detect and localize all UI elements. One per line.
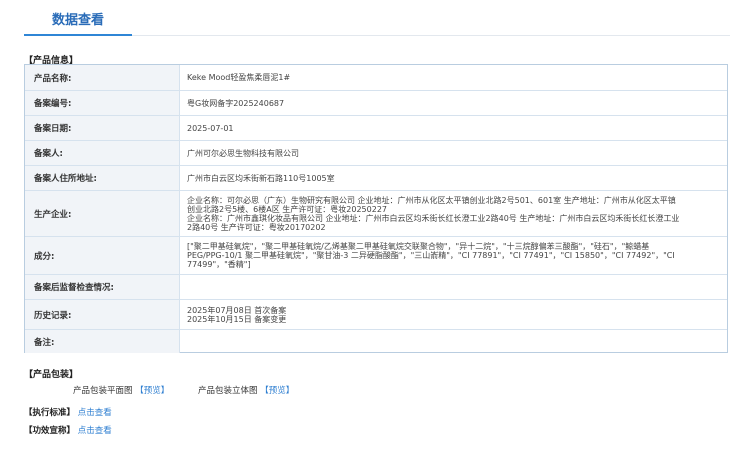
manufacturer-line: 2路40号 生产许可证：粤妆20170202: [187, 222, 326, 232]
row-filing-date: 备案日期: 2025-07-01: [25, 116, 727, 141]
standard-title: 【执行标准】: [24, 408, 76, 418]
history-entry: 2025年10月15日 备案变更: [187, 314, 287, 324]
ingredients-line: PEG/PPG-10/1 聚二甲基硅氧烷"，"聚甘油-3 二异硬脂酸酯"，"三山…: [187, 251, 675, 260]
row-remarks: 备注:: [25, 330, 727, 353]
row-label: 备案编号:: [25, 91, 180, 115]
history-entry: 2025年07月08日 首次备案: [187, 305, 287, 315]
row-label: 备案人:: [25, 141, 180, 165]
row-product-name: 产品名称: Keke Mood轻盈焦柔唇泥1#: [25, 65, 727, 91]
packaging-solid: 产品包装立体图 【预览】: [198, 384, 294, 396]
row-value: 企业名称：可尔必思（广东）生物研究有限公司 企业地址：广州市从化区太平镇创业北路…: [180, 191, 727, 236]
manufacturer-line: 创业北路2号5楼、6楼A区 生产许可证：粤妆20250227: [187, 204, 388, 214]
packaging-flat: 产品包装平面图 【预览】: [73, 384, 169, 396]
tab-data-view-label: 数据查看: [52, 13, 105, 28]
row-history: 历史记录: 2025年07月08日 首次备案 2025年10月15日 备案变更: [25, 300, 727, 330]
row-value: 广州市白云区均禾街新石路110号1005室: [187, 173, 335, 183]
row-value: 2025年07月08日 首次备案 2025年10月15日 备案变更: [180, 300, 727, 329]
efficacy-title: 【功效宣称】: [24, 426, 76, 436]
packaging-title: 【产品包装】: [24, 370, 79, 380]
packaging-flat-preview-link[interactable]: 【预览】: [135, 386, 169, 396]
row-supervision: 备案后监督检查情况:: [25, 275, 727, 300]
row-label: 历史记录:: [25, 300, 180, 329]
row-label: 产品名称:: [25, 65, 180, 90]
manufacturer-line: 企业名称：可尔必思（广东）生物研究有限公司 企业地址：广州市从化区太平镇创业北路…: [187, 195, 676, 205]
row-value: ["聚二甲基硅氧烷"，"聚二甲基硅氧烷/乙烯基聚二甲基硅氧烷交联聚合物"，"异十…: [180, 237, 727, 274]
standard-row: 【执行标准】 点击查看: [24, 406, 112, 418]
row-value: [180, 330, 727, 353]
efficacy-view-link[interactable]: 点击查看: [78, 426, 112, 436]
row-label: 生产企业:: [25, 191, 180, 236]
row-label: 备案日期:: [25, 116, 180, 140]
tab-bar: 数据查看: [0, 0, 750, 36]
tab-data-view[interactable]: 数据查看: [24, 0, 132, 36]
row-value: 广州可尔必思生物科技有限公司: [187, 148, 299, 158]
row-filing-number: 备案编号: 粤G妆网备字2025240687: [25, 91, 727, 116]
standard-view-link[interactable]: 点击查看: [78, 408, 112, 418]
row-label: 备案后监督检查情况:: [25, 275, 180, 299]
row-label: 成分:: [25, 237, 180, 274]
row-label: 备案人住所地址:: [25, 166, 180, 190]
row-filer-address: 备案人住所地址: 广州市白云区均禾街新石路110号1005室: [25, 166, 727, 191]
ingredients-line: 77499"，"香精"]: [187, 260, 251, 269]
packaging-solid-preview-link[interactable]: 【预览】: [260, 386, 294, 396]
efficacy-row: 【功效宣称】 点击查看: [24, 424, 112, 436]
row-filer: 备案人: 广州可尔必思生物科技有限公司: [25, 141, 727, 166]
row-ingredients: 成分: ["聚二甲基硅氧烷"，"聚二甲基硅氧烷/乙烯基聚二甲基硅氧烷交联聚合物"…: [25, 237, 727, 275]
packaging-solid-label: 产品包装立体图: [198, 386, 258, 396]
row-value: [180, 275, 727, 299]
packaging-flat-label: 产品包装平面图: [73, 386, 133, 396]
row-value: 粤G妆网备字2025240687: [187, 98, 285, 108]
row-manufacturer: 生产企业: 企业名称：可尔必思（广东）生物研究有限公司 企业地址：广州市从化区太…: [25, 191, 727, 237]
ingredients-line: ["聚二甲基硅氧烷"，"聚二甲基硅氧烷/乙烯基聚二甲基硅氧烷交联聚合物"，"异十…: [187, 242, 650, 251]
row-label: 备注:: [25, 330, 180, 353]
row-value: Keke Mood轻盈焦柔唇泥1#: [187, 73, 291, 82]
product-info-table: 产品名称: Keke Mood轻盈焦柔唇泥1# 备案编号: 粤G妆网备字2025…: [24, 64, 728, 353]
manufacturer-line: 企业名称：广州市鑫琪化妆品有限公司 企业地址：广州市白云区均禾街长红长澄工业2路…: [187, 213, 680, 223]
row-value: 2025-07-01: [187, 123, 234, 133]
